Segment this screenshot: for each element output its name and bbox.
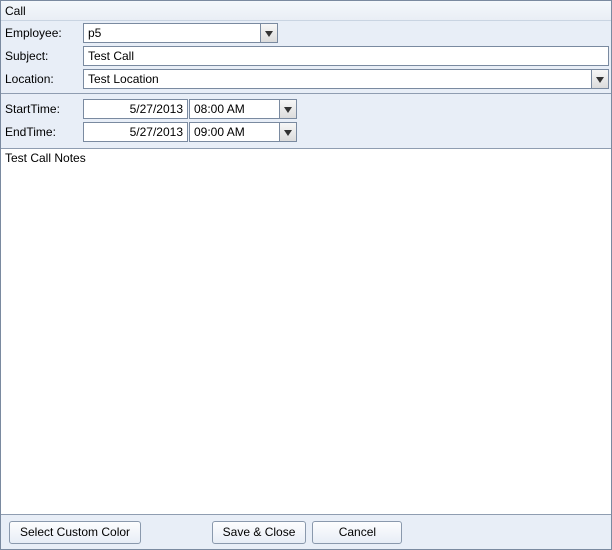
employee-label: Employee: — [3, 26, 83, 40]
start-date-input[interactable] — [83, 99, 188, 119]
location-label: Location: — [3, 72, 83, 86]
chevron-down-icon — [265, 26, 273, 40]
notes-textarea[interactable] — [1, 149, 611, 514]
end-time-dropdown-button[interactable] — [279, 122, 297, 142]
notes-area — [1, 149, 611, 515]
end-date-input[interactable] — [83, 122, 188, 142]
employee-dropdown-button[interactable] — [260, 23, 278, 43]
call-window: Call Employee: Subject: Location: — [0, 0, 612, 550]
select-custom-color-button[interactable]: Select Custom Color — [9, 521, 141, 544]
endtime-label: EndTime: — [3, 125, 83, 139]
chevron-down-icon — [284, 102, 292, 116]
start-time-dropdown-button[interactable] — [279, 99, 297, 119]
start-time-combo[interactable] — [189, 99, 297, 119]
subject-label: Subject: — [3, 49, 83, 63]
start-time-input[interactable] — [189, 99, 279, 119]
employee-input[interactable] — [83, 23, 260, 43]
end-time-combo[interactable] — [189, 122, 297, 142]
employee-combo[interactable] — [83, 23, 278, 43]
location-dropdown-button[interactable] — [591, 69, 609, 89]
header-fields: Employee: Subject: Location: — [1, 21, 611, 94]
chevron-down-icon — [284, 125, 292, 139]
cancel-button[interactable]: Cancel — [312, 521, 402, 544]
subject-input[interactable] — [83, 46, 609, 66]
window-title: Call — [1, 1, 611, 21]
location-combo[interactable] — [83, 69, 609, 89]
end-time-input[interactable] — [189, 122, 279, 142]
footer: Select Custom Color Save & Close Cancel — [1, 515, 611, 549]
starttime-label: StartTime: — [3, 102, 83, 116]
time-fields: StartTime: EndTime: — [1, 94, 611, 149]
location-input[interactable] — [83, 69, 591, 89]
chevron-down-icon — [596, 72, 604, 86]
save-close-button[interactable]: Save & Close — [212, 521, 307, 544]
